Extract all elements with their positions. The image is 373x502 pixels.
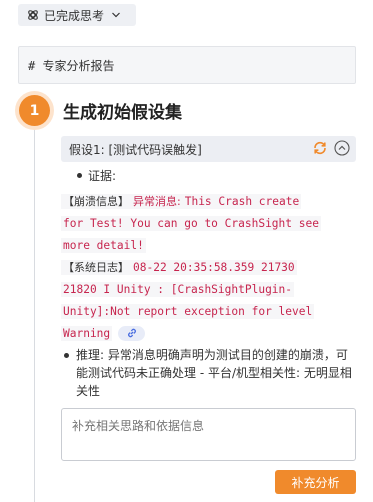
system-log-line3: Unity]:Not report exception for level — [61, 304, 315, 319]
chevron-up-icon[interactable] — [334, 140, 350, 159]
reasoning-item: 推理: 异常消息明确声明为测试目的创建的崩溃，可能测试代码未正确处理 - 平台/… — [64, 346, 358, 400]
chevron-down-icon — [111, 10, 121, 20]
report-heading: # 专家分析报告 — [18, 46, 356, 84]
system-log-line4: Warning — [61, 326, 113, 341]
crash-message-line2: for Test! You can go to CrashSight see — [61, 216, 321, 231]
crash-message-line1: This Crash create — [182, 194, 302, 209]
supplement-input[interactable] — [61, 408, 356, 461]
timeline-line — [34, 124, 35, 502]
reasoning-text: 推理: 异常消息明确声明为测试目的创建的崩溃，可能测试代码未正确处理 - 平台/… — [76, 348, 352, 398]
refresh-icon[interactable] — [312, 140, 328, 159]
thinking-status-label: 已完成思考 — [44, 8, 105, 23]
system-log-label: 【系统日志】 — [61, 260, 131, 275]
evidence-label: 证据: — [77, 167, 116, 184]
step-number-badge: 1 — [19, 95, 50, 126]
evidence-code-block: 【崩溃信息】 异常消息: This Crash create for Test! Y… — [61, 191, 351, 345]
step-title: 生成初始假设集 — [63, 103, 182, 123]
crash-info-label: 【崩溃信息】 — [61, 194, 131, 209]
bullet-dot — [64, 353, 69, 358]
crash-message-key: 异常消息: — [131, 194, 183, 209]
link-icon[interactable] — [118, 325, 146, 341]
hypothesis-header[interactable]: 假设1: [测试代码误触发] — [61, 136, 356, 162]
system-log-line2: 21820 I Unity : [CrashSightPlugin- — [61, 282, 295, 297]
supplement-analysis-button[interactable]: 补充分析 — [275, 470, 356, 494]
system-log-line1: 08-22 20:35:58.359 21730 — [131, 260, 297, 275]
hypothesis-title: 假设1: [测试代码误触发] — [69, 142, 202, 157]
thinking-status-toggle[interactable]: 已完成思考 — [18, 4, 136, 26]
bullet-dot — [77, 173, 82, 178]
crash-message-line3: more detail! — [61, 238, 146, 253]
brain-icon — [26, 8, 40, 22]
